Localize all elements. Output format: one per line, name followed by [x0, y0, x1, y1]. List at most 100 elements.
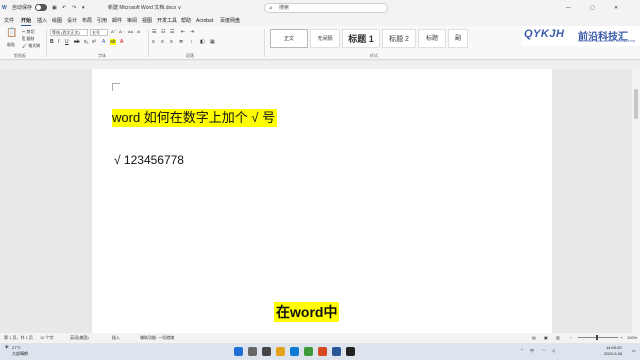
chevron-up-icon[interactable]: ⌃: [520, 348, 523, 353]
font-name-select[interactable]: 等线 (西文正文): [50, 29, 88, 36]
zoom-slider-thumb[interactable]: [596, 335, 598, 340]
tab-layout[interactable]: 布局: [82, 17, 92, 25]
language-indicator-icon[interactable]: 中: [530, 348, 534, 353]
tab-review[interactable]: 审阅: [127, 17, 137, 25]
tab-design[interactable]: 设计: [67, 17, 77, 25]
increase-indent-icon[interactable]: ⇥: [190, 29, 194, 35]
clear-format-icon[interactable]: A̸: [137, 29, 140, 35]
text-effects-icon[interactable]: A: [102, 39, 105, 45]
document-number-line[interactable]: √ 123456778: [114, 152, 184, 168]
shading-icon[interactable]: ◧: [200, 39, 205, 45]
autosave-toggle[interactable]: [35, 4, 47, 11]
start-icon[interactable]: [234, 347, 243, 356]
tab-help[interactable]: 帮助: [181, 17, 191, 25]
tab-file[interactable]: 文件: [4, 17, 14, 25]
file-explorer-icon[interactable]: [276, 347, 285, 356]
font-color-icon[interactable]: A: [120, 39, 123, 45]
document-title[interactable]: 新建 Microsoft Word 文档.docx ∨: [108, 4, 181, 12]
app-icon[interactable]: [318, 347, 327, 356]
save-icon[interactable]: ▣: [52, 4, 57, 12]
accessibility-status[interactable]: 辅助功能: 一切就绪: [140, 335, 174, 341]
tab-home[interactable]: 开始: [21, 17, 32, 26]
weather-desc[interactable]: 大部晴朗: [12, 351, 28, 356]
strikethrough-icon[interactable]: ab: [74, 39, 80, 45]
clock-date[interactable]: 2024-9-26: [604, 351, 622, 356]
weather-temp[interactable]: 27°C: [12, 345, 21, 350]
tab-developer[interactable]: 开发工具: [157, 17, 177, 25]
clock-time[interactable]: 14:09:20: [606, 345, 622, 350]
highlight-icon[interactable]: ab: [110, 39, 116, 45]
align-center-icon[interactable]: ≡: [161, 39, 164, 45]
grow-font-icon[interactable]: A⁺: [111, 29, 116, 35]
word-app-icon[interactable]: W: [2, 4, 7, 12]
tab-baidu-netdisk[interactable]: 百度网盘: [220, 17, 240, 25]
numbering-icon[interactable]: ☷: [161, 29, 165, 35]
zoom-slider[interactable]: [578, 337, 618, 338]
underline-icon[interactable]: U: [65, 39, 69, 45]
zoom-level[interactable]: 100%: [627, 335, 637, 341]
bullets-icon[interactable]: ☰: [152, 29, 156, 35]
shrink-font-icon[interactable]: A⁻: [119, 29, 124, 35]
multilevel-list-icon[interactable]: ☲: [170, 29, 174, 35]
undo-icon[interactable]: ↶: [62, 4, 66, 12]
paste-button[interactable]: 粘贴: [7, 42, 15, 48]
change-case-icon[interactable]: Aa: [128, 29, 133, 35]
align-left-icon[interactable]: ≡: [152, 39, 155, 45]
font-size-select[interactable]: 五号: [90, 29, 108, 36]
vertical-scrollbar[interactable]: [632, 69, 640, 333]
style-title[interactable]: 标题: [418, 29, 446, 48]
document-page[interactable]: word 如何在数字上加个 √ 号 √ 123456778: [92, 69, 552, 333]
tab-acrobat[interactable]: Acrobat: [196, 17, 213, 25]
style-heading-1[interactable]: 标题 1: [342, 29, 380, 48]
redo-icon[interactable]: ↷: [72, 4, 76, 12]
edge-icon[interactable]: [290, 347, 299, 356]
close-button[interactable]: ✕: [614, 4, 618, 12]
search-taskbar-icon[interactable]: [248, 347, 257, 356]
style-heading-2[interactable]: 标题 2: [382, 29, 416, 48]
line-spacing-icon[interactable]: ↕: [190, 39, 193, 45]
tab-references[interactable]: 引用: [97, 17, 107, 25]
document-heading[interactable]: word 如何在数字上加个 √ 号: [112, 109, 278, 127]
style-subtitle[interactable]: 副: [448, 29, 468, 48]
scroll-thumb[interactable]: [634, 89, 638, 119]
customize-toolbar-icon[interactable]: ▾: [82, 4, 85, 12]
zoom-in-button[interactable]: +: [620, 335, 622, 341]
maximize-button[interactable]: ▢: [590, 4, 595, 12]
subscript-icon[interactable]: x₂: [84, 39, 88, 45]
tab-mailings[interactable]: 邮件: [112, 17, 122, 25]
insert-mode[interactable]: 插入: [112, 335, 120, 341]
minimize-button[interactable]: —: [566, 4, 571, 12]
word-taskbar-icon[interactable]: [332, 347, 341, 356]
justify-icon[interactable]: ≣: [179, 39, 183, 45]
tab-view[interactable]: 视图: [142, 17, 152, 25]
task-view-icon[interactable]: [262, 347, 271, 356]
italic-icon[interactable]: I: [58, 39, 59, 45]
notification-icon[interactable]: ▭: [632, 348, 636, 353]
style-normal[interactable]: 正文: [270, 29, 308, 48]
media-app-icon[interactable]: [346, 347, 355, 356]
cut-button[interactable]: ✂ 剪切: [22, 29, 34, 35]
word-count[interactable]: 12 个字: [40, 335, 54, 341]
paste-icon[interactable]: 📋: [6, 28, 17, 37]
print-layout-icon[interactable]: ▣: [544, 335, 548, 341]
read-mode-icon[interactable]: ▤: [532, 335, 536, 341]
align-right-icon[interactable]: ≡: [170, 39, 173, 45]
search-box[interactable]: ⌕ 搜索: [264, 3, 388, 13]
volume-icon[interactable]: ◁: [552, 348, 555, 353]
weather-icon[interactable]: ☀: [4, 345, 9, 351]
decrease-indent-icon[interactable]: ⇤: [181, 29, 185, 35]
tab-draw[interactable]: 绘图: [52, 17, 62, 25]
wifi-icon[interactable]: ◠: [542, 348, 546, 353]
zoom-out-button[interactable]: −: [570, 335, 572, 341]
language-status[interactable]: 英语(美国): [70, 335, 89, 341]
style-no-spacing[interactable]: 无间隔: [310, 29, 340, 48]
chrome-icon[interactable]: [304, 347, 313, 356]
bold-icon[interactable]: B: [50, 39, 54, 45]
ruler[interactable]: [0, 61, 640, 69]
copy-button[interactable]: ⎘ 复制: [22, 36, 34, 42]
tab-insert[interactable]: 插入: [37, 17, 47, 25]
borders-icon[interactable]: ▦: [210, 39, 215, 45]
page-count[interactable]: 第 1 页，共 1 页: [4, 335, 33, 341]
web-layout-icon[interactable]: ▥: [556, 335, 560, 341]
superscript-icon[interactable]: x²: [92, 39, 96, 45]
